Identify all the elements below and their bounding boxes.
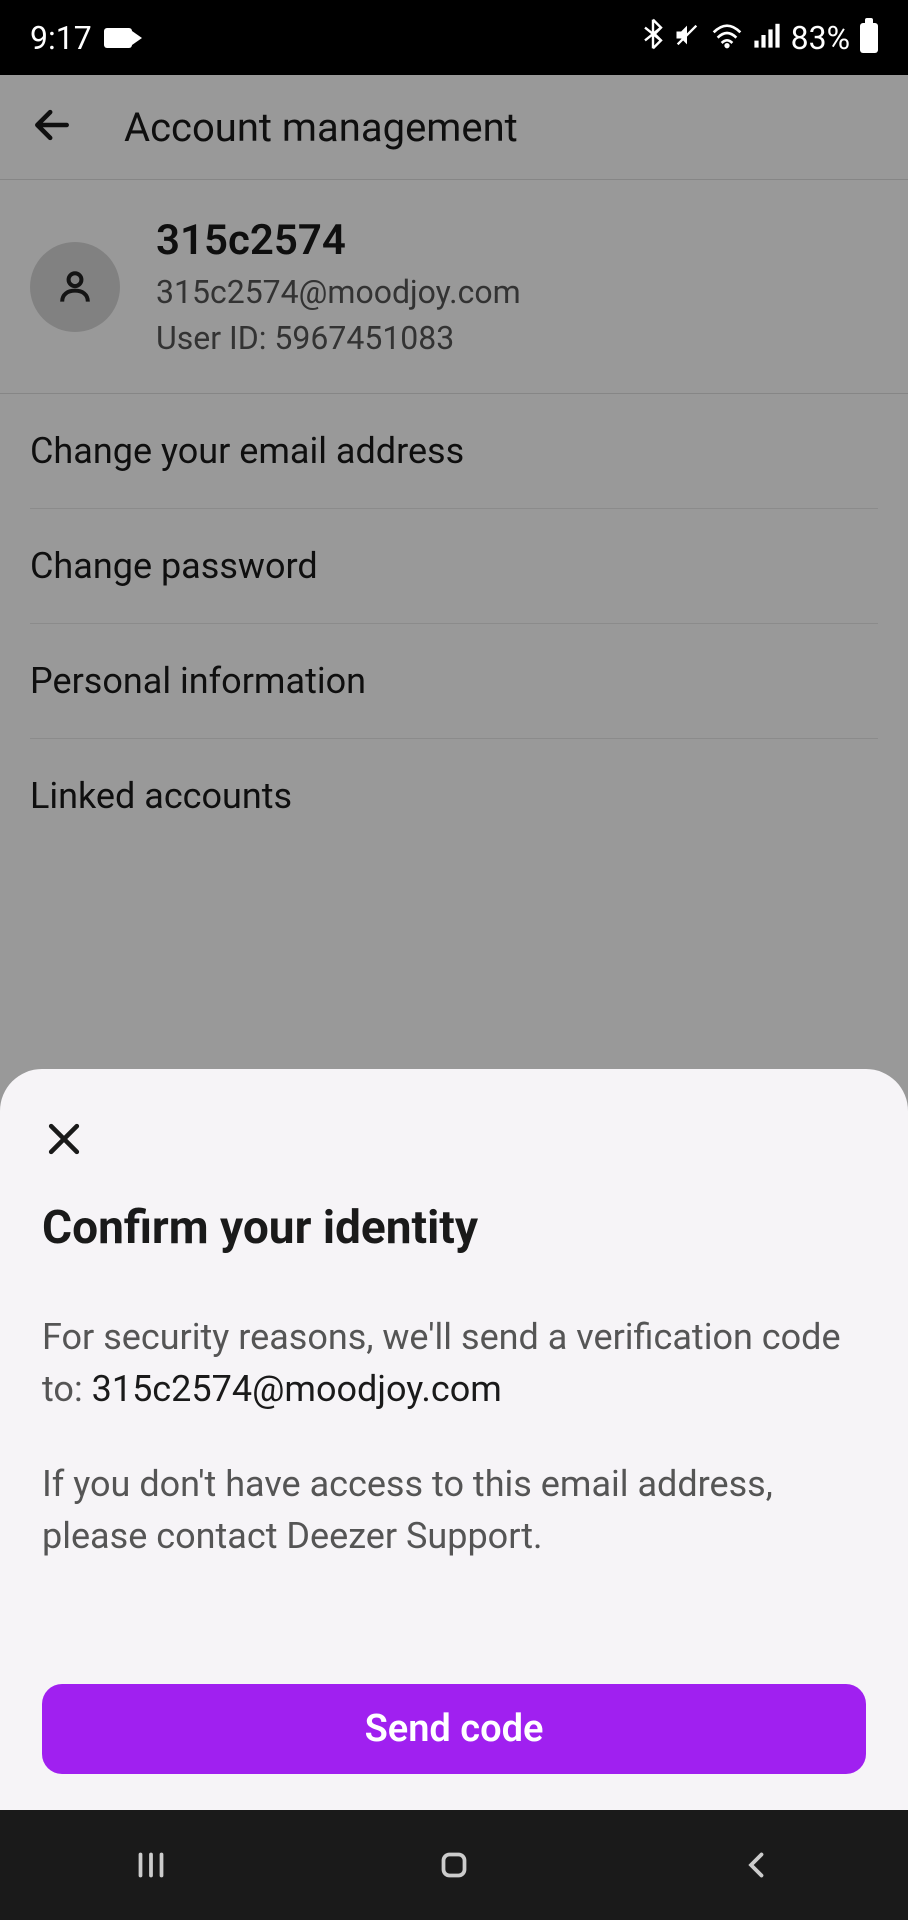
- sheet-title: Confirm your identity: [42, 1201, 866, 1255]
- status-left: 9:17: [30, 19, 132, 57]
- signal-icon: [753, 19, 781, 57]
- sheet-text-1: For security reasons, we'll send a verif…: [42, 1311, 866, 1415]
- battery-icon: [860, 23, 878, 53]
- send-code-button[interactable]: Send code: [42, 1684, 866, 1774]
- nav-back-button[interactable]: [732, 1840, 782, 1890]
- camera-icon: [104, 28, 132, 48]
- status-right: 83%: [643, 18, 878, 58]
- sheet-text-2: If you don't have access to this email a…: [42, 1458, 866, 1562]
- recents-icon: [133, 1847, 169, 1883]
- nav-recents-button[interactable]: [126, 1840, 176, 1890]
- sheet-verification-email: 315c2574@moodjoy.com: [92, 1368, 502, 1410]
- back-chevron-icon: [739, 1847, 775, 1883]
- close-button[interactable]: [42, 1117, 866, 1165]
- status-time: 9:17: [30, 19, 92, 57]
- close-icon: [42, 1117, 86, 1161]
- nav-home-button[interactable]: [429, 1840, 479, 1890]
- status-bar: 9:17 83%: [0, 0, 908, 75]
- bluetooth-icon: [643, 18, 663, 58]
- mute-icon: [673, 19, 701, 57]
- navigation-bar: [0, 1810, 908, 1920]
- battery-percent: 83%: [791, 19, 850, 57]
- wifi-icon: [711, 19, 743, 57]
- home-icon: [436, 1847, 472, 1883]
- bottom-sheet: Confirm your identity For security reaso…: [0, 1069, 908, 1810]
